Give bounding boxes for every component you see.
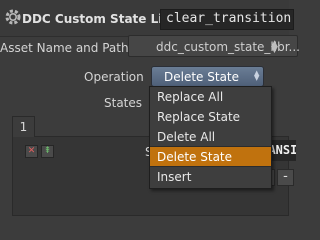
menu-item-delete-state[interactable]: Delete State — [150, 147, 271, 167]
node-name-field[interactable]: clear_transition — [160, 9, 294, 30]
remove-state-button[interactable]: ✕ — [25, 145, 38, 158]
asset-name-label: Asset Name and Path — [0, 41, 129, 55]
insert-state-button[interactable]: ⇞ — [41, 145, 54, 158]
menu-item-replace-all[interactable]: Replace All — [150, 87, 271, 107]
asset-path-value: ddc_custom_state_libr... — [156, 40, 300, 54]
chevron-updown-icon[interactable]: ▲ ▼ — [271, 40, 278, 55]
menu-item-insert[interactable]: Insert — [150, 167, 271, 187]
menu-item-replace-state[interactable]: Replace State — [150, 107, 271, 127]
operation-label: Operation — [84, 70, 144, 84]
menu-item-delete-all[interactable]: Delete All — [150, 127, 271, 147]
operation-select-value: Delete State — [164, 70, 240, 84]
chevron-updown-icon: ▲ ▼ — [254, 69, 260, 82]
remove-last-state-button[interactable]: - — [277, 169, 294, 186]
states-label: States — [104, 96, 143, 110]
gear-icon[interactable] — [3, 7, 23, 27]
tab-1[interactable]: 1 — [12, 116, 35, 137]
